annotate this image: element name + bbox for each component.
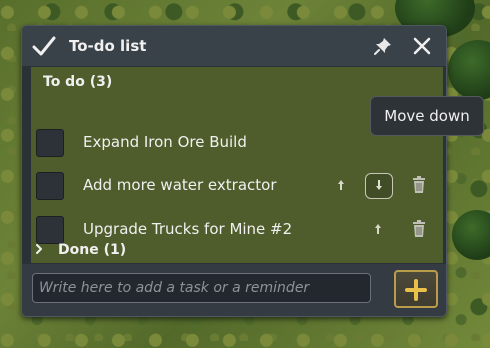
pin-icon[interactable] (374, 37, 392, 55)
todo-section-header: To do (3) (43, 74, 113, 90)
add-task-footer (22, 264, 446, 316)
close-icon[interactable] (412, 36, 432, 56)
task-row: Add more water extractor (31, 166, 443, 204)
done-section-header: Done (1) (58, 242, 127, 258)
add-task-button[interactable] (394, 270, 438, 308)
move-up-icon[interactable] (337, 179, 345, 191)
checkmark-icon (32, 36, 56, 56)
window-title: To-do list (69, 37, 147, 55)
move-up-icon[interactable] (374, 223, 382, 235)
done-section-toggle[interactable]: Done (1) (31, 235, 443, 263)
title-bar[interactable]: To-do list (22, 26, 446, 66)
task-label: Expand Iron Ore Build (83, 133, 247, 151)
trash-icon[interactable] (412, 176, 426, 194)
plus-icon (405, 279, 427, 301)
move-down-icon (376, 180, 382, 190)
add-task-input[interactable] (32, 273, 371, 303)
chevron-right-icon (36, 244, 42, 254)
tree-decoration (448, 40, 490, 100)
todo-panel: To-do list To do (3) Expand Iron Ore Bui… (21, 25, 447, 317)
move-down-button[interactable] (365, 173, 393, 199)
move-down-tooltip: Move down (370, 96, 484, 136)
tree-decoration (452, 210, 490, 260)
task-checkbox[interactable] (36, 172, 64, 200)
task-label: Add more water extractor (83, 176, 277, 194)
task-checkbox[interactable] (36, 129, 64, 157)
